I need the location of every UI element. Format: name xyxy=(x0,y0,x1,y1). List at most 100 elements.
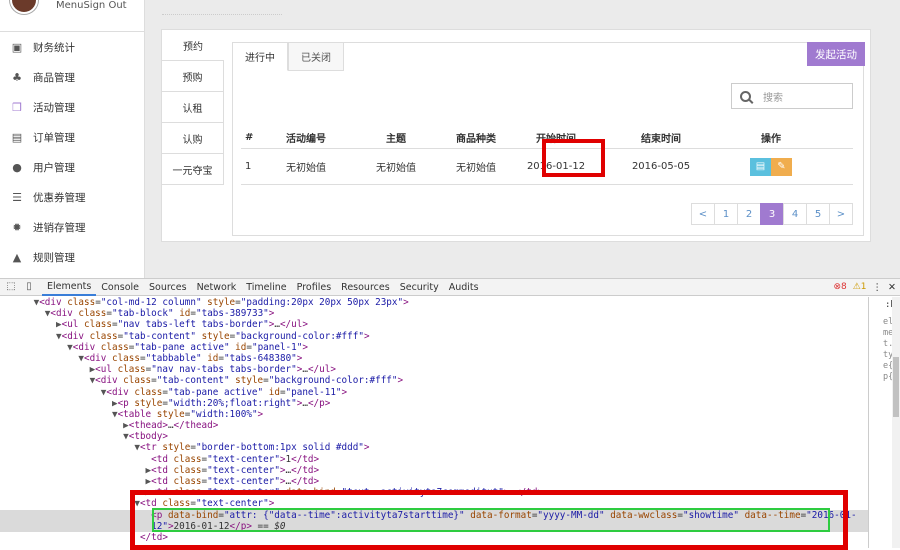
dom-line[interactable]: ▼<div class="tab-pane active" id="panel-… xyxy=(0,387,868,398)
devtools-tab[interactable]: Timeline xyxy=(241,279,291,296)
dom-line[interactable]: ▼<tbody> xyxy=(0,431,868,442)
devtools-tab[interactable]: Sources xyxy=(144,279,192,296)
page-button[interactable]: > xyxy=(829,203,853,225)
search-placeholder: 搜索 xyxy=(763,92,783,104)
sidebar-item-label: 优惠券管理 xyxy=(33,191,86,204)
dom-line[interactable]: ▼<table style="width:100%"> xyxy=(0,409,868,420)
devtools-tab[interactable]: Security xyxy=(395,279,444,296)
sidebar: MenuSign Out ▣ 财务统计 ♣ 商品管理 ❒ 活动管理 ▤ 订单管理 ● 用户管理 ☰ 优… xyxy=(0,0,145,278)
page-button[interactable]: 2 xyxy=(737,203,761,225)
devtools-tab[interactable]: Elements xyxy=(42,279,97,296)
styles-pane: :ho element.style{}p{ xyxy=(868,297,900,548)
gift-icon: ❒ xyxy=(12,100,22,114)
table-cell-actions: ▤ ✎ xyxy=(711,157,831,176)
dom-line[interactable]: ▶<td class="text-center">…</td> xyxy=(0,465,868,476)
dom-line[interactable]: ▼<div class="tab-content" style="backgro… xyxy=(0,331,868,342)
top-tab[interactable]: 进行中 xyxy=(233,43,288,71)
table-header-cell: 主题 xyxy=(386,134,406,145)
sidebar-item-label: 商品管理 xyxy=(33,71,75,84)
menu-sign-out-link[interactable]: MenuSign Out xyxy=(56,0,127,11)
table-cell: 1 xyxy=(245,161,252,172)
dom-line[interactable]: ▼<tr style="border-bottom:1px solid #ddd… xyxy=(0,442,868,453)
table-cell: 无初始值 xyxy=(456,163,496,174)
search-icon xyxy=(740,90,751,102)
left-tab[interactable]: 认租 xyxy=(162,92,224,123)
top-tabs: 进行中 已关闭 xyxy=(233,43,344,71)
left-tab[interactable]: 预购 xyxy=(162,61,224,92)
table-cell: 无初始值 xyxy=(376,163,416,174)
sitemap-icon: ♣ xyxy=(12,70,22,84)
left-tab[interactable]: 预约 xyxy=(162,30,224,61)
sidebar-header: MenuSign Out xyxy=(0,0,144,32)
dom-line[interactable]: ▶<thead>…</thead> xyxy=(0,420,868,431)
sidebar-item-label: 财务统计 xyxy=(33,41,75,54)
error-count-badge[interactable]: ⊗8 xyxy=(833,282,846,292)
table-cell: 2016-05-05 xyxy=(631,161,691,172)
sidebar-item[interactable]: ▲ 规则管理 xyxy=(0,242,144,272)
sidebar-item[interactable]: ● 用户管理 xyxy=(0,152,144,182)
table-header-cell: 操作 xyxy=(761,134,781,145)
dom-line[interactable]: ▼<div class="tab-pane active" id="panel-… xyxy=(0,342,868,353)
sidebar-item[interactable]: ☰ 优惠券管理 xyxy=(0,182,144,212)
dom-line[interactable]: ▼<div class="tab-block" id="tabs-389733"… xyxy=(0,308,868,319)
highlight-box-start-time xyxy=(542,139,605,177)
sidebar-item[interactable]: ▣ 财务统计 xyxy=(0,32,144,62)
top-tab[interactable]: 已关闭 xyxy=(288,43,344,71)
sidebar-item[interactable]: ✹ 进销存管理 xyxy=(0,212,144,242)
left-tab[interactable]: 一元夺宝 xyxy=(162,154,224,185)
table-header-cell: # xyxy=(245,132,254,143)
user-icon: ● xyxy=(12,160,22,174)
page-button[interactable]: 1 xyxy=(714,203,738,225)
content-card: 预约 预购 认租 认购 一元夺宝 进行中 已关闭 发起活动 搜索 # 活动编号 主题 商品种类开… xyxy=(161,29,871,242)
dom-line[interactable]: ▶<ul class="nav tabs-left tabs-border">…… xyxy=(0,319,868,330)
devtools-tab[interactable]: Console xyxy=(96,279,144,296)
bell-icon: ▲ xyxy=(12,250,22,264)
page-button[interactable]: < xyxy=(691,203,715,225)
sidebar-item-label: 订单管理 xyxy=(33,131,75,144)
dom-line[interactable]: ▼<div class="tabbable" id="tabs-648380"> xyxy=(0,353,868,364)
table-header-cell: 结束时间 xyxy=(641,134,681,145)
file-icon: ▤ xyxy=(11,130,23,144)
dom-line[interactable]: ▶<p style="width:20%;float:right">…</p> xyxy=(0,398,868,409)
webapp-viewport: MenuSign Out ▣ 财务统计 ♣ 商品管理 ❒ 活动管理 ▤ 订单管理 ● 用户管理 ☰ 优… xyxy=(0,0,900,278)
styles-scrollbar[interactable] xyxy=(892,297,900,548)
sidebar-item[interactable]: ❒ 活动管理 xyxy=(0,92,144,122)
page-button[interactable]: 4 xyxy=(783,203,807,225)
warning-count-badge[interactable]: ⚠1 xyxy=(853,282,867,292)
launch-activity-button[interactable]: 发起活动 xyxy=(807,42,865,66)
sidebar-item-label: 用户管理 xyxy=(33,161,75,174)
table-header-cell: 活动编号 xyxy=(286,134,326,145)
finance-icon: ▣ xyxy=(11,40,23,54)
edit-icon[interactable]: ✎ xyxy=(771,157,792,176)
avatar[interactable] xyxy=(10,0,38,14)
dom-line[interactable]: ▶<td class="text-center">…</td> xyxy=(0,476,868,487)
devtools-tab[interactable]: Resources xyxy=(336,279,395,296)
table-header-cell: 商品种类 xyxy=(456,134,496,145)
dom-line[interactable]: ▼<div class="col-md-12 column" style="pa… xyxy=(0,297,868,308)
devtools-tab[interactable]: Network xyxy=(192,279,242,296)
devtools-tab[interactable]: Audits xyxy=(444,279,484,296)
pagination: <1 2 3 4 5 > xyxy=(691,203,853,225)
page-button[interactable]: 5 xyxy=(806,203,830,225)
breadcrumb-divider xyxy=(162,14,282,15)
dom-line[interactable]: <td class="text-center">1</td> xyxy=(0,454,868,465)
dom-line[interactable]: ▼<div class="tab-content" style="backgro… xyxy=(0,375,868,386)
search-input[interactable]: 搜索 xyxy=(731,83,853,109)
sidebar-item[interactable]: ▤ 订单管理 xyxy=(0,122,144,152)
close-devtools-icon[interactable]: ✕ xyxy=(888,282,896,293)
inspect-icon[interactable]: ⬚ xyxy=(4,281,18,293)
highlight-box-p-element xyxy=(152,508,830,532)
devtools-tab[interactable]: Profiles xyxy=(292,279,337,296)
page-button[interactable]: 3 xyxy=(760,203,784,225)
sidebar-item-label: 进销存管理 xyxy=(33,221,86,234)
gear-icon: ✹ xyxy=(12,220,22,234)
view-icon[interactable]: ▤ xyxy=(750,157,771,176)
sidebar-item-label: 活动管理 xyxy=(33,101,75,114)
left-tab[interactable]: 认购 xyxy=(162,123,224,154)
sidebar-item[interactable]: ♣ 商品管理 xyxy=(0,62,144,92)
devtools-toolbar: ⬚ ▯ Elements Console Sources Network Timelin… xyxy=(0,279,900,296)
more-menu-icon[interactable]: ⋮ xyxy=(873,282,883,293)
dom-line[interactable]: ▶<ul class="nav nav-tabs tabs-border">…<… xyxy=(0,364,868,375)
table-cell: 无初始值 xyxy=(286,163,326,174)
device-mode-icon[interactable]: ▯ xyxy=(22,281,36,293)
